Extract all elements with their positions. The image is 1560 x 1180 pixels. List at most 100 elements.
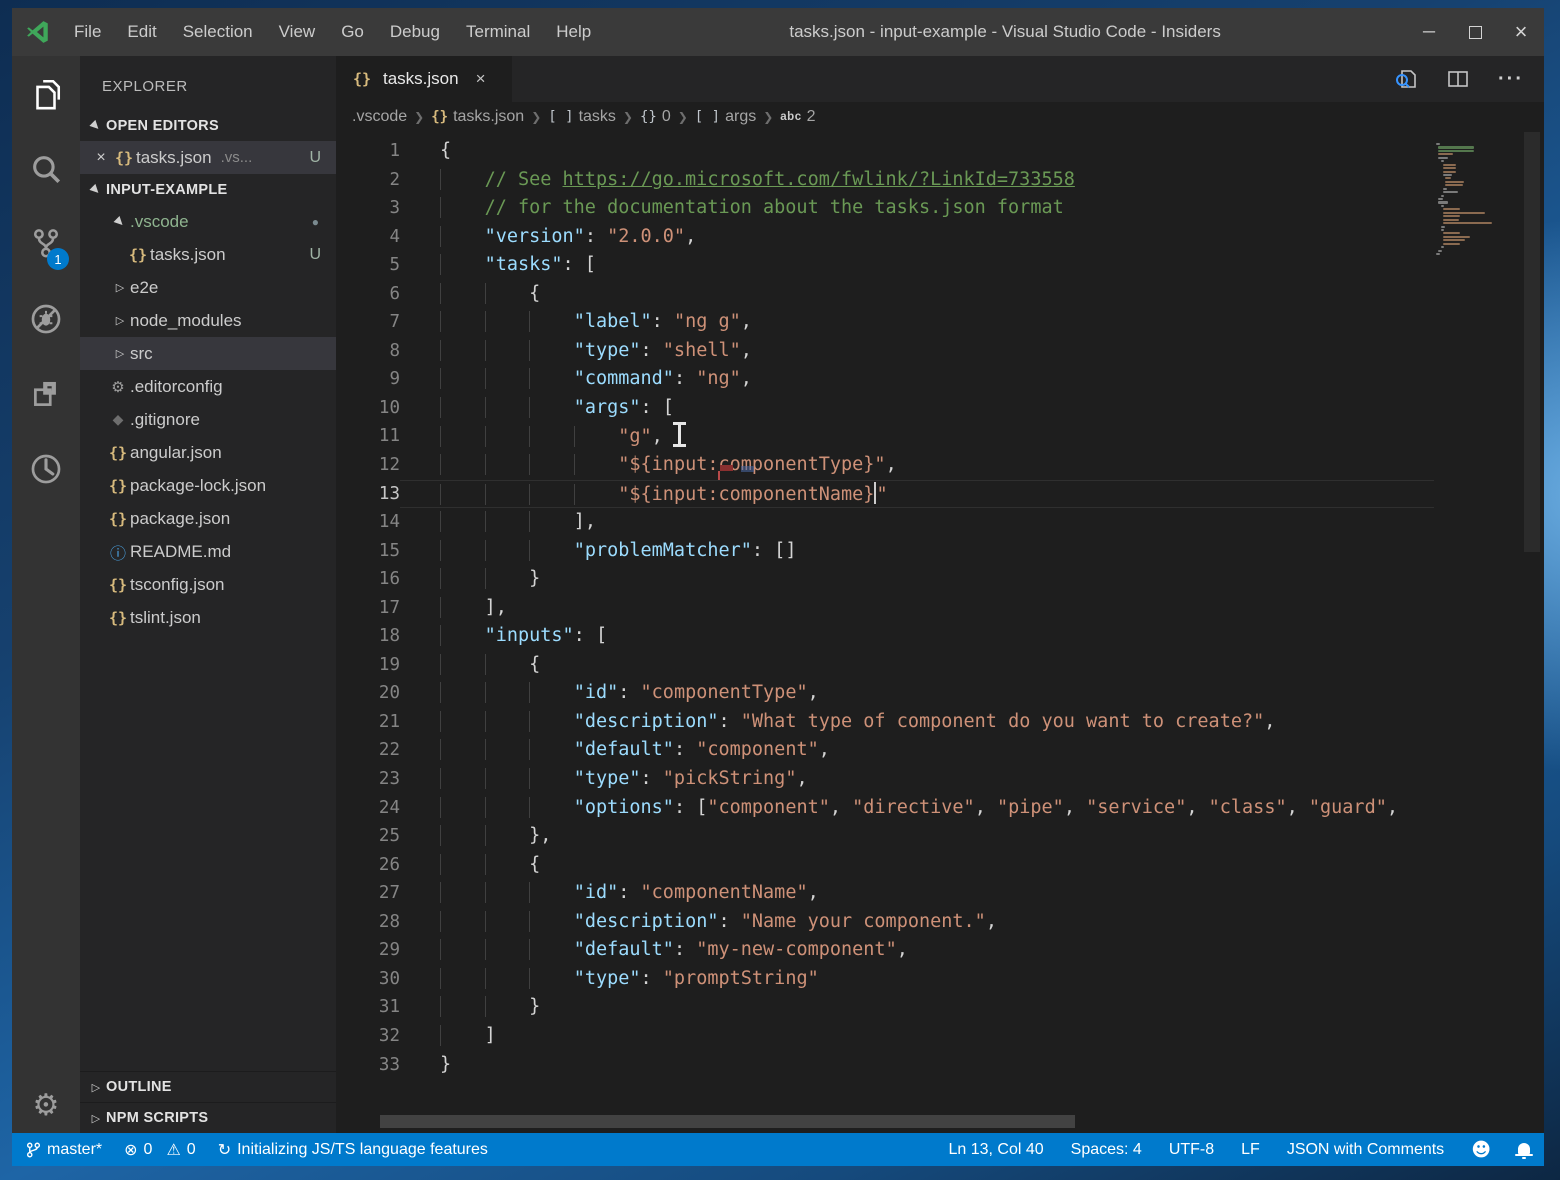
activity-explorer-icon[interactable] — [12, 56, 80, 131]
code-line-29[interactable]: 29 "default": "my-new-component", — [336, 936, 1434, 965]
tree-file--gitignore[interactable]: ◆.gitignore — [80, 403, 336, 436]
activity-extensions-icon[interactable] — [12, 356, 80, 431]
code-line-27[interactable]: 27 "id": "componentName", — [336, 879, 1434, 908]
chevron-collapsed-icon[interactable]: ▷ — [110, 347, 130, 360]
activity-search-icon[interactable] — [12, 131, 80, 206]
code-line-5[interactable]: 5 "tasks": [ — [336, 251, 1434, 280]
code-line-2[interactable]: 2 // See https://go.microsoft.com/fwlink… — [336, 166, 1434, 195]
notifications-bell-icon[interactable] — [1518, 1143, 1530, 1154]
code-line-11[interactable]: 11 "g", — [336, 422, 1434, 451]
split-editor-icon[interactable] — [1446, 67, 1470, 91]
code-line-16[interactable]: 16 } — [336, 565, 1434, 594]
code-line-12[interactable]: 12 "${input:componentType}", — [336, 451, 1434, 480]
tree-file-tsconfig-json[interactable]: {}tsconfig.json — [80, 568, 336, 601]
tree-file-package-lock-json[interactable]: {}package-lock.json — [80, 469, 336, 502]
status-utf-8[interactable]: UTF-8 — [1169, 1141, 1214, 1159]
open-editors-header[interactable]: ▶ OPEN EDITORS — [80, 110, 336, 141]
tree-file-readme-md[interactable]: ⓘREADME.md — [80, 535, 336, 568]
chevron-expanded-icon[interactable]: ▶ — [108, 210, 131, 233]
activity-source-control-icon[interactable]: 1 — [12, 206, 80, 281]
minimap[interactable] — [1436, 143, 1520, 256]
status-lf[interactable]: LF — [1241, 1141, 1260, 1159]
feedback-smiley-icon[interactable]: ☻ — [1471, 1139, 1491, 1161]
code-line-21[interactable]: 21 "description": "What type of componen… — [336, 708, 1434, 737]
code-line-31[interactable]: 31 } — [336, 993, 1434, 1022]
open-changes-icon[interactable] — [1394, 67, 1418, 91]
code-line-13[interactable]: 13 "${input:componentName}" — [336, 480, 1434, 509]
minimize-button[interactable]: ─ — [1406, 8, 1452, 56]
tree-folder--vscode[interactable]: ▶.vscode● — [80, 205, 336, 238]
code-line-32[interactable]: 32 ] — [336, 1022, 1434, 1051]
code-line-8[interactable]: 8 "type": "shell", — [336, 337, 1434, 366]
panel-header-outline[interactable]: ▷OUTLINE — [80, 1071, 336, 1102]
menu-edit[interactable]: Edit — [114, 8, 169, 56]
menu-view[interactable]: View — [266, 8, 329, 56]
more-actions-icon[interactable]: ··· — [1498, 68, 1524, 91]
tree-folder-node-modules[interactable]: ▷node_modules — [80, 304, 336, 337]
code-editor[interactable]: 1{2 // See https://go.microsoft.com/fwli… — [336, 132, 1544, 1133]
breadcrumb-item[interactable]: [ ]tasks — [548, 108, 616, 126]
menu-help[interactable]: Help — [543, 8, 604, 56]
settings-gear-icon[interactable]: ⚙ — [33, 1088, 60, 1123]
status-ln[interactable]: Ln 13, Col 40 — [948, 1141, 1043, 1159]
menu-terminal[interactable]: Terminal — [453, 8, 543, 56]
breadcrumb-item[interactable]: {}tasks.json — [431, 108, 524, 126]
code-line-6[interactable]: 6 { — [336, 280, 1434, 309]
language-status-message[interactable]: ↻ Initializing JS/TS language features — [218, 1140, 488, 1159]
status-json[interactable]: JSON with Comments — [1287, 1141, 1444, 1159]
breadcrumb-item[interactable]: abc2 — [780, 108, 815, 126]
breadcrumb-item[interactable]: [ ]args — [695, 108, 756, 126]
maximize-button[interactable] — [1452, 8, 1498, 56]
code-line-20[interactable]: 20 "id": "componentType", — [336, 679, 1434, 708]
code-line-7[interactable]: 7 "label": "ng g", — [336, 308, 1434, 337]
menu-selection[interactable]: Selection — [170, 8, 266, 56]
menu-go[interactable]: Go — [328, 8, 377, 56]
tree-folder-src[interactable]: ▷src — [80, 337, 336, 370]
code-line-26[interactable]: 26 { — [336, 851, 1434, 880]
code-line-3[interactable]: 3 // for the documentation about the tas… — [336, 194, 1434, 223]
tree-file-package-json[interactable]: {}package.json — [80, 502, 336, 535]
code-line-22[interactable]: 22 "default": "component", — [336, 736, 1434, 765]
project-folder-header[interactable]: ▶ INPUT-EXAMPLE — [80, 174, 336, 205]
close-editor-icon[interactable]: × — [90, 149, 112, 167]
code-line-30[interactable]: 30 "type": "promptString" — [336, 965, 1434, 994]
tab-close-icon[interactable]: × — [476, 69, 486, 89]
code-line-33[interactable]: 33} — [336, 1051, 1434, 1080]
tree-file-angular-json[interactable]: {}angular.json — [80, 436, 336, 469]
code-line-28[interactable]: 28 "description": "Name your component."… — [336, 908, 1434, 937]
code-line-15[interactable]: 15 "problemMatcher": [] — [336, 537, 1434, 566]
menu-debug[interactable]: Debug — [377, 8, 453, 56]
activity-gauge-icon[interactable] — [12, 431, 80, 506]
open-editor-item[interactable]: ×{}tasks.json.vs...U — [80, 141, 336, 174]
activity-debug-icon[interactable] — [12, 281, 80, 356]
git-branch-status[interactable]: master* — [26, 1141, 102, 1159]
code-line-4[interactable]: 4 "version": "2.0.0", — [336, 223, 1434, 252]
status-spaces[interactable]: Spaces: 4 — [1071, 1141, 1142, 1159]
panel-header-npm-scripts[interactable]: ▷NPM SCRIPTS — [80, 1102, 336, 1133]
code-line-9[interactable]: 9 "command": "ng", — [336, 365, 1434, 394]
breadcrumb-item[interactable]: {}0 — [640, 108, 671, 126]
code-line-24[interactable]: 24 "options": ["component", "directive",… — [336, 794, 1434, 823]
tree-file-tslint-json[interactable]: {}tslint.json — [80, 601, 336, 634]
chevron-collapsed-icon[interactable]: ▷ — [110, 281, 130, 294]
horizontal-scrollbar[interactable] — [380, 1115, 1075, 1128]
close-button[interactable]: × — [1498, 8, 1544, 56]
code-line-1[interactable]: 1{ — [336, 137, 1434, 166]
tree-folder-e2e[interactable]: ▷e2e — [80, 271, 336, 304]
problems-status[interactable]: ⊗ 0 ⚠ 0 — [124, 1140, 196, 1159]
code-line-23[interactable]: 23 "type": "pickString", — [336, 765, 1434, 794]
code-line-25[interactable]: 25 }, — [336, 822, 1434, 851]
code-line-19[interactable]: 19 { — [336, 651, 1434, 680]
menu-file[interactable]: File — [61, 8, 114, 56]
tab-tasks-json[interactable]: {} tasks.json × — [336, 56, 512, 102]
vertical-scrollbar[interactable] — [1520, 132, 1544, 1133]
code-line-10[interactable]: 10 "args": [ — [336, 394, 1434, 423]
code-line-14[interactable]: 14 ], — [336, 508, 1434, 537]
tree-file-tasks-json[interactable]: {}tasks.jsonU — [80, 238, 336, 271]
breadcrumb-item[interactable]: .vscode — [352, 108, 407, 126]
panel-label: NPM SCRIPTS — [106, 1110, 208, 1126]
tree-file--editorconfig[interactable]: ⚙.editorconfig — [80, 370, 336, 403]
code-line-17[interactable]: 17 ], — [336, 594, 1434, 623]
code-line-18[interactable]: 18 "inputs": [ — [336, 622, 1434, 651]
chevron-collapsed-icon[interactable]: ▷ — [110, 314, 130, 327]
